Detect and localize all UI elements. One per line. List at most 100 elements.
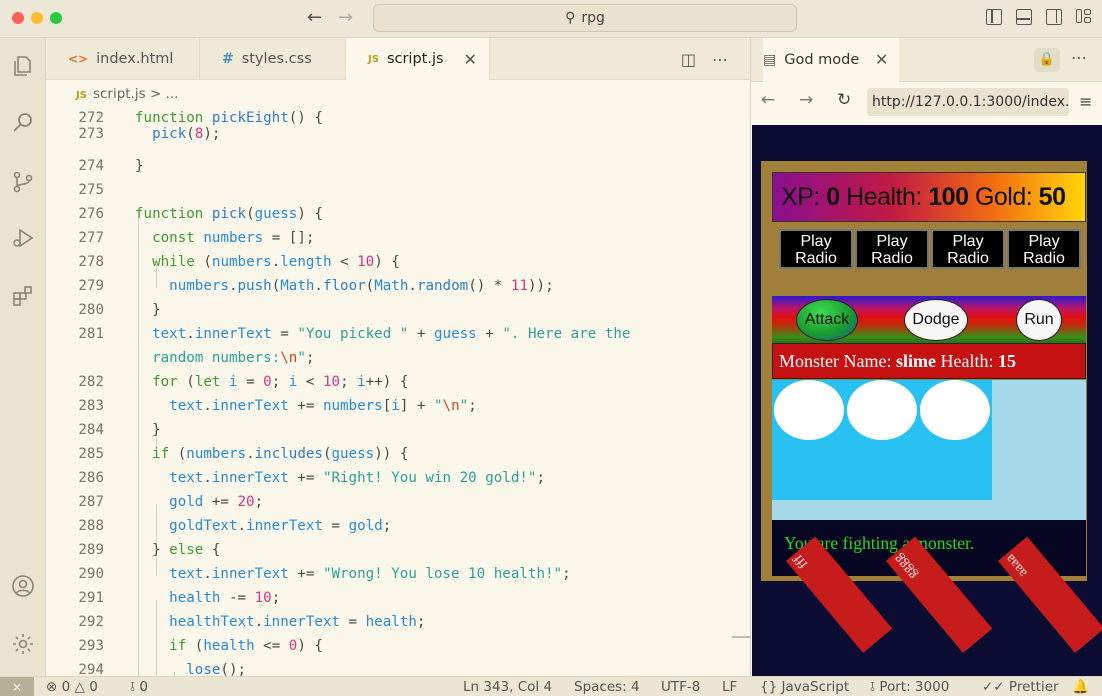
browser-tab-bar: ▤ God mode ✕ 🔒 ⋯	[751, 38, 1102, 82]
line-number: 279	[78, 278, 104, 294]
play-radio-button[interactable]: Play Radio	[931, 229, 1005, 269]
code-text: goldText.innerText = gold;	[169, 518, 392, 534]
warning-icon: △	[74, 679, 85, 695]
extensions-icon[interactable]	[11, 284, 35, 308]
prettier-status[interactable]: ✓✓ Prettier	[982, 678, 1059, 696]
language-label: JavaScript	[781, 679, 850, 695]
indentation[interactable]: Spaces: 4	[574, 678, 640, 696]
cursor-position[interactable]: Ln 343, Col 4	[463, 678, 552, 696]
toggle-panel-icon[interactable]	[1016, 9, 1032, 25]
line-number: 290	[78, 566, 104, 582]
code-text: random numbers:\n";	[152, 350, 315, 366]
language-mode[interactable]: {} JavaScript	[760, 678, 849, 696]
line-number: 293	[78, 638, 104, 654]
code-text: while (numbers.length < 10) {	[152, 254, 400, 270]
run-debug-icon[interactable]	[11, 226, 35, 250]
lock-icon[interactable]: 🔒	[1034, 48, 1060, 72]
ports-count: 0	[139, 679, 148, 695]
explorer-icon[interactable]	[11, 54, 35, 78]
minimize-window-button[interactable]	[31, 12, 43, 24]
end-of-line[interactable]: LF	[722, 678, 737, 696]
controls-bar: Attack Dodge Run	[772, 296, 1086, 344]
code-text: }	[135, 158, 144, 174]
white-ellipse	[920, 380, 990, 440]
live-server-port[interactable]: ⫱ Port: 3000	[870, 678, 949, 696]
reload-icon[interactable]: ↻	[837, 90, 851, 110]
game-container: XP: 0 Health: 100 Gold: 50 Play Radio Pla…	[761, 161, 1087, 581]
browser-forward-icon[interactable]: →	[799, 90, 813, 110]
code-text: }	[135, 302, 161, 318]
play-radio-button[interactable]: Play Radio	[855, 229, 929, 269]
tab-label: index.html	[96, 51, 174, 67]
prettier-label: Prettier	[1008, 679, 1059, 695]
notifications-bell-icon[interactable]: 🔔	[1072, 678, 1089, 696]
customize-layout-icon[interactable]	[1076, 9, 1092, 25]
back-arrow-icon[interactable]: ←	[307, 7, 322, 28]
html-file-icon: <>	[68, 52, 89, 66]
url-input[interactable]: http://127.0.0.1:3000/index.html	[867, 88, 1069, 116]
simple-browser-pane: ▤ God mode ✕ 🔒 ⋯ ← → ↻ http://127.0.0.1:…	[750, 38, 1102, 676]
toggle-secondary-sidebar-icon[interactable]	[1046, 9, 1062, 25]
line-number: 287	[78, 494, 104, 510]
browser-menu-icon[interactable]: ≡	[1079, 92, 1092, 111]
play-radio-button[interactable]: Play Radio	[779, 229, 853, 269]
forward-arrow-icon[interactable]: →	[338, 7, 353, 28]
line-number: 281	[78, 326, 104, 342]
maximize-window-button[interactable]	[50, 12, 62, 24]
tab-label: styles.css	[241, 51, 312, 67]
breadcrumb-rest: > ...	[149, 86, 179, 102]
remote-icon[interactable]: ⨯	[0, 677, 34, 696]
line-number: 286	[78, 470, 104, 486]
breadcrumb[interactable]: JS script.js > ...	[76, 86, 178, 102]
activity-bar	[0, 38, 46, 676]
line-number: 273	[78, 126, 104, 142]
scrollbar-thumb[interactable]	[732, 636, 750, 638]
code-text: health -= 10;	[169, 590, 281, 606]
ports-indicator[interactable]: ⫱ 0	[130, 678, 148, 696]
line-number: 278	[78, 254, 104, 270]
css-file-icon: #	[222, 51, 234, 67]
run-button[interactable]: Run	[1016, 299, 1062, 341]
play-radio-button[interactable]: Play Radio	[1007, 229, 1081, 269]
line-number: 274	[78, 158, 104, 174]
js-file-icon: JS	[368, 53, 379, 65]
double-check-icon: ✓✓	[982, 679, 1005, 695]
code-text: }	[135, 422, 161, 438]
monster-stats: Monster Name: slime Health: 15	[772, 343, 1086, 379]
settings-gear-icon[interactable]	[11, 632, 35, 656]
problems-indicator[interactable]: ⊗ 0 △ 0	[46, 678, 98, 696]
split-editor-icon[interactable]: ◫	[681, 50, 696, 69]
command-center[interactable]: ⚲ rpg	[373, 4, 797, 32]
code-text: healthText.innerText = health;	[169, 614, 426, 630]
search-icon[interactable]	[11, 110, 35, 134]
command-center-label: rpg	[581, 10, 605, 26]
tab-script-js[interactable]: JS script.js ✕	[346, 38, 490, 80]
account-icon[interactable]	[11, 574, 35, 598]
gold-label: Gold:	[974, 183, 1033, 211]
toggle-primary-sidebar-icon[interactable]	[986, 9, 1002, 25]
dodge-button[interactable]: Dodge	[904, 299, 968, 341]
stats-bar: XP: 0 Health: 100 Gold: 50	[772, 172, 1086, 222]
tab-index-html[interactable]: <> index.html	[46, 38, 200, 80]
close-tab-icon[interactable]: ✕	[464, 50, 477, 69]
encoding[interactable]: UTF-8	[661, 678, 700, 696]
status-bar: ⨯ ⊗ 0 △ 0 ⫱ 0 Ln 343, Col 4 Spaces: 4 UT…	[0, 676, 1102, 696]
error-count: 0	[61, 679, 71, 695]
error-icon: ⊗	[46, 679, 58, 695]
white-ellipse	[847, 380, 917, 440]
broadcast-icon: ⫱	[870, 679, 876, 695]
attack-button[interactable]: Attack	[796, 299, 858, 341]
line-number: 276	[78, 206, 104, 222]
more-actions-icon[interactable]: ⋯	[1071, 48, 1087, 67]
title-bar: ← → ⚲ rpg	[0, 0, 1102, 38]
more-actions-icon[interactable]: ⋯	[712, 50, 728, 69]
code-text: const numbers = [];	[152, 230, 315, 246]
code-editor[interactable]: 272 function pickEight() {273 pick(8); 274…	[46, 104, 750, 676]
line-number: 282	[78, 374, 104, 390]
source-control-icon[interactable]	[11, 170, 35, 194]
close-window-button[interactable]	[12, 12, 24, 24]
tab-styles-css[interactable]: # styles.css	[200, 38, 346, 80]
browser-back-icon[interactable]: ←	[761, 90, 775, 110]
close-tab-icon[interactable]: ✕	[875, 50, 888, 69]
monster-name: slime	[895, 351, 936, 371]
